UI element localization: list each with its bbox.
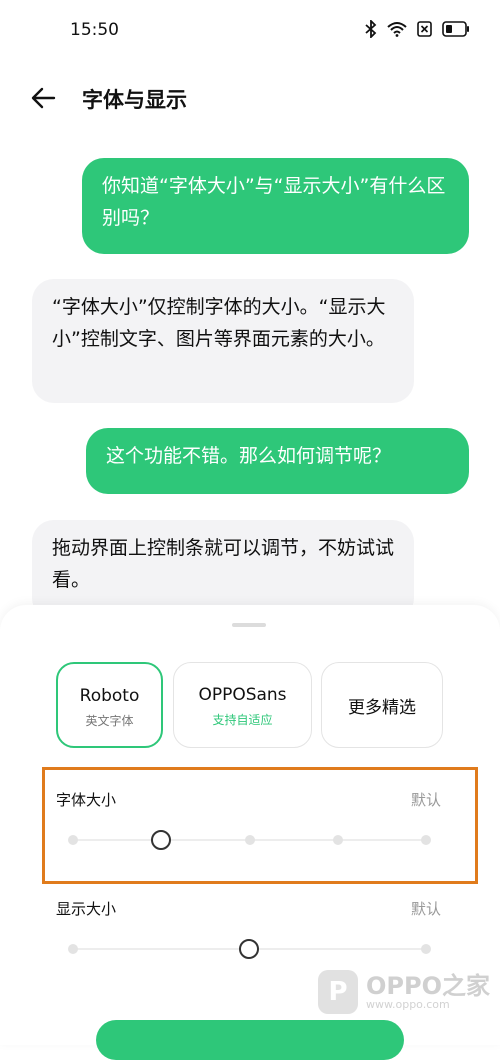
watermark-url: www.oppo.com bbox=[366, 998, 450, 1011]
font-option-more[interactable]: 更多精选 bbox=[321, 662, 443, 748]
display-size-label: 显示大小 bbox=[56, 900, 117, 918]
chat-text: “字体大小”仅控制字体的大小。“显示大小”控制文字、图片等界面元素的大小。 bbox=[52, 296, 386, 350]
watermark-text-group: OPPO之家 www.oppo.com bbox=[366, 973, 490, 1011]
slider-tick[interactable] bbox=[332, 835, 343, 845]
font-option-opposans[interactable]: OPPOSans 支持自适应 bbox=[173, 662, 312, 748]
watermark-brand: OPPO之家 bbox=[366, 972, 490, 1000]
watermark: P OPPO之家 www.oppo.com bbox=[318, 970, 490, 1014]
page-title: 字体与显示 bbox=[82, 88, 187, 112]
bluetooth-icon bbox=[365, 20, 377, 38]
slider-knob[interactable] bbox=[239, 938, 259, 959]
display-size-value: 默认 bbox=[411, 900, 442, 918]
confirm-button[interactable] bbox=[96, 1020, 404, 1060]
font-option-name: Roboto bbox=[79, 686, 140, 706]
sim-off-icon bbox=[417, 21, 432, 37]
chat-text: 拖动界面上控制条就可以调节，不妨试试看。 bbox=[52, 537, 395, 591]
watermark-logo-icon: P bbox=[318, 970, 358, 1014]
font-option-subtitle: 支持自适应 bbox=[212, 713, 273, 727]
font-option-name: OPPOSans bbox=[198, 685, 287, 705]
chat-text: 这个功能不错。那么如何调节呢？ bbox=[106, 445, 392, 467]
status-icons bbox=[365, 20, 470, 38]
font-option-roboto[interactable]: Roboto 英文字体 bbox=[56, 662, 163, 748]
font-option-subtitle: 英文字体 bbox=[85, 714, 134, 728]
slider-knob[interactable] bbox=[150, 829, 171, 850]
slider-tick[interactable] bbox=[421, 835, 431, 845]
font-option-name: 更多精选 bbox=[348, 698, 416, 718]
slider-tick[interactable] bbox=[68, 835, 78, 845]
font-size-value: 默认 bbox=[411, 791, 442, 809]
sheet-drag-handle[interactable] bbox=[232, 623, 266, 627]
chat-bubble-question-2: 这个功能不错。那么如何调节呢？ bbox=[86, 428, 469, 494]
page-header: 字体与显示 bbox=[0, 70, 500, 126]
chat-bubble-question-1: 你知道“字体大小”与“显示大小”有什么区别吗？ bbox=[82, 158, 469, 254]
wifi-icon bbox=[387, 22, 407, 37]
chat-text: 你知道“字体大小”与“显示大小”有什么区别吗？ bbox=[102, 175, 446, 229]
arrow-left-icon[interactable] bbox=[30, 84, 58, 112]
slider-tick[interactable] bbox=[421, 944, 431, 954]
font-size-highlight-box bbox=[42, 767, 478, 884]
battery-icon bbox=[442, 21, 469, 37]
chat-bubble-answer-1: “字体大小”仅控制字体的大小。“显示大小”控制文字、图片等界面元素的大小。 bbox=[32, 279, 414, 403]
font-size-label: 字体大小 bbox=[56, 791, 117, 809]
status-time: 15:50 bbox=[70, 20, 119, 40]
slider-tick[interactable] bbox=[244, 835, 255, 845]
slider-tick[interactable] bbox=[68, 944, 78, 954]
status-bar: 15:50 bbox=[0, 0, 500, 62]
